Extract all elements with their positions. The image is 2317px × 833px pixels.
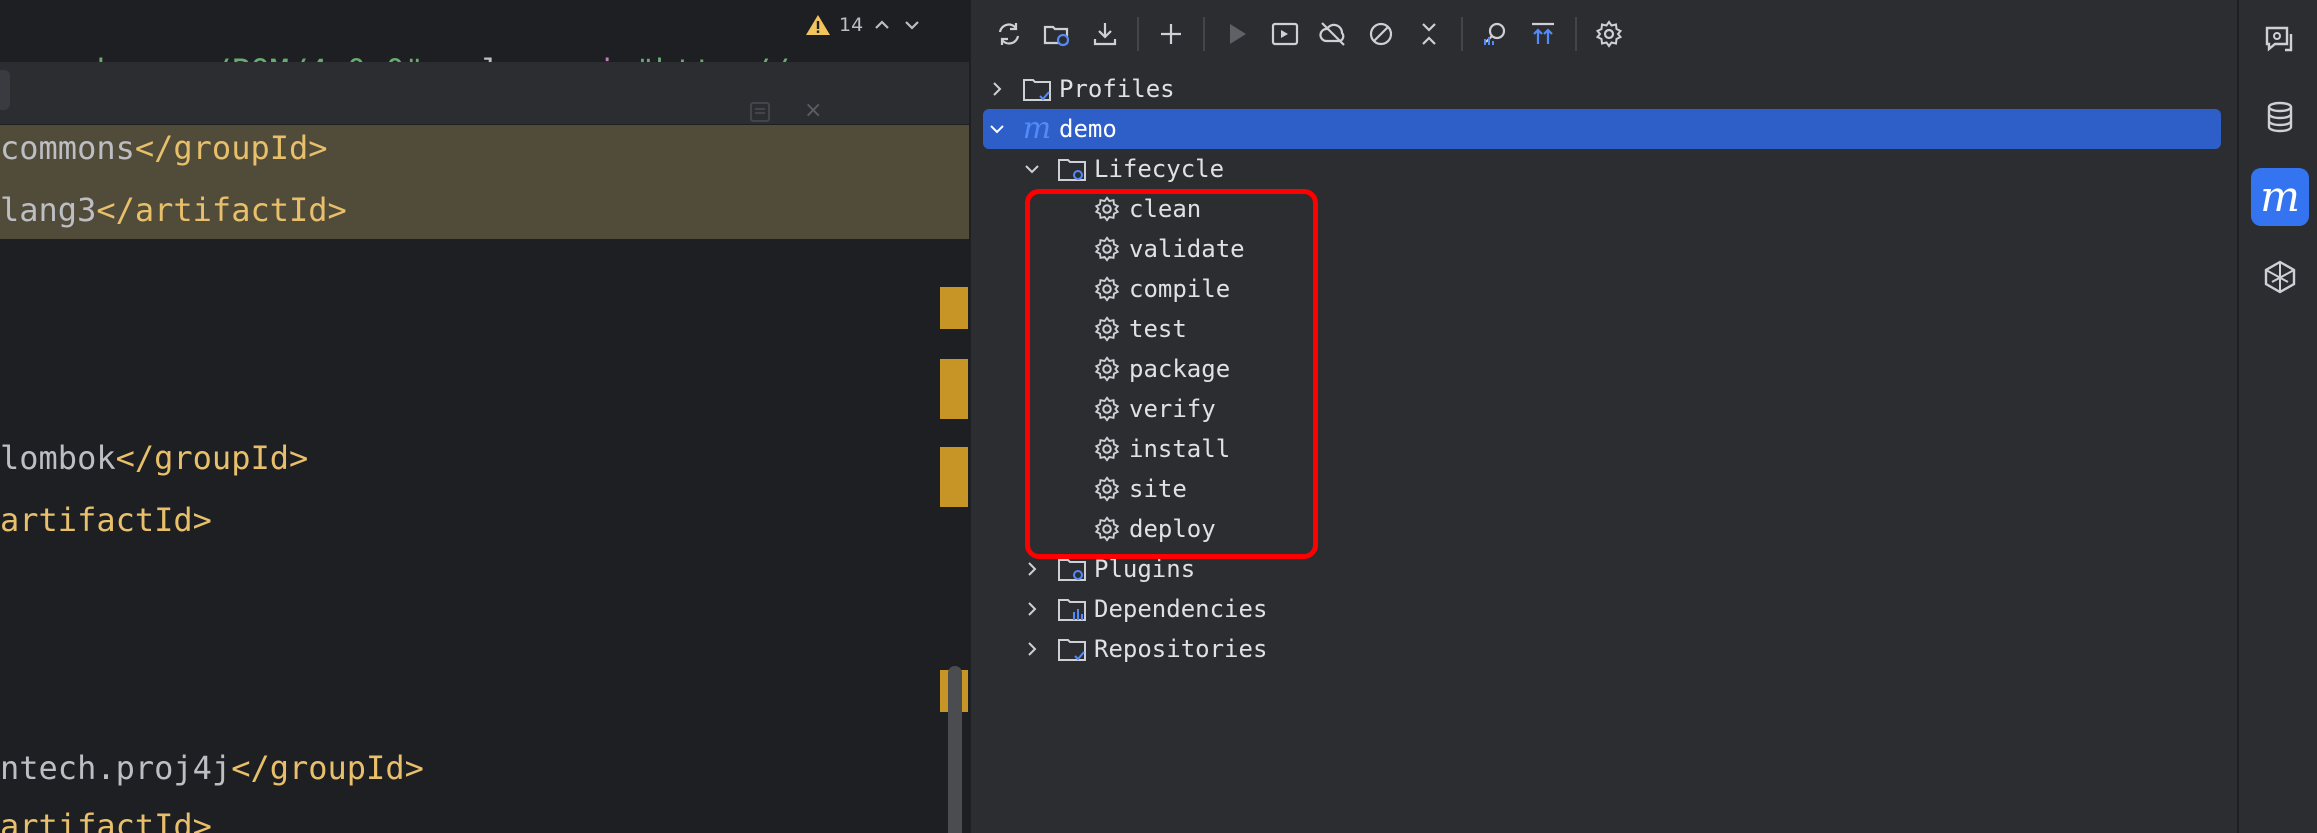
chevron-right-icon[interactable] xyxy=(985,77,1009,101)
gear-icon xyxy=(1091,273,1123,305)
tree-node-goal-package[interactable]: package xyxy=(1091,349,1230,389)
code-line: lang3</artifactId> xyxy=(0,191,347,229)
gear-icon xyxy=(1091,393,1123,425)
chevron-right-icon[interactable] xyxy=(1020,597,1044,621)
editor-breadcrumb-bar xyxy=(0,62,969,124)
toolbar-separator xyxy=(1137,17,1139,51)
chevron-down-icon[interactable] xyxy=(1020,157,1044,181)
chevron-up-icon[interactable] xyxy=(871,14,893,36)
chevron-right-icon[interactable] xyxy=(1020,557,1044,581)
reload-project-icon[interactable] xyxy=(1033,10,1081,58)
editor-scrollbar[interactable] xyxy=(948,666,962,833)
execute-goal-icon[interactable] xyxy=(1261,10,1309,58)
gear-icon xyxy=(1091,433,1123,465)
tree-node-goal-validate[interactable]: validate xyxy=(1091,229,1245,269)
close-icon[interactable]: × xyxy=(804,98,822,123)
plugins-folder-icon xyxy=(1056,553,1088,585)
code-line: artifactId> xyxy=(0,807,212,833)
code-line: commons</groupId> xyxy=(0,129,328,167)
tree-node-lifecycle[interactable]: Lifecycle xyxy=(1020,149,1224,189)
gear-icon xyxy=(1091,513,1123,545)
analyze-icon[interactable] xyxy=(1471,10,1519,58)
maven-project-icon: m xyxy=(1022,111,1052,146)
toolbar-separator xyxy=(1575,17,1577,51)
warning-count: 14 xyxy=(839,14,864,36)
reload-all-icon[interactable] xyxy=(985,10,1033,58)
gear-icon xyxy=(1091,473,1123,505)
gutter-change-marker[interactable] xyxy=(940,359,968,419)
code-line: artifactId> xyxy=(0,501,212,539)
toolbar-separator xyxy=(1203,17,1205,51)
gear-icon xyxy=(1091,193,1123,225)
maven-tool-window: Profiles m demo Lifecycle clean validate… xyxy=(971,0,2237,833)
lifecycle-folder-icon xyxy=(1056,153,1088,185)
tree-node-goal-deploy[interactable]: deploy xyxy=(1091,509,1216,549)
tree-node-goal-install[interactable]: install xyxy=(1091,429,1230,469)
chevron-down-icon[interactable] xyxy=(985,117,1009,141)
code-line: lombok</groupId> xyxy=(0,439,309,477)
skip-tests-icon[interactable] xyxy=(1357,10,1405,58)
dependencies-folder-icon xyxy=(1056,593,1088,625)
database-icon[interactable] xyxy=(2251,88,2309,146)
tree-node-goal-site[interactable]: site xyxy=(1091,469,1187,509)
maven-icon[interactable]: m xyxy=(2251,168,2309,226)
toolbar-separator xyxy=(1461,17,1463,51)
offline-icon[interactable] xyxy=(1309,10,1357,58)
tree-node-goal-clean[interactable]: clean xyxy=(1091,189,1201,229)
run-icon[interactable] xyxy=(1213,10,1261,58)
tree-selection xyxy=(983,109,2221,149)
collapse-all-icon[interactable] xyxy=(1405,10,1453,58)
gear-icon xyxy=(1091,313,1123,345)
code-editor[interactable]: che.org/POM/4.0.0" xmlns:xsi="http://v 1… xyxy=(0,0,969,833)
reader-mode-icon[interactable] xyxy=(748,100,772,124)
tree-node-profiles[interactable]: Profiles xyxy=(985,69,1175,109)
ai-chat-icon[interactable] xyxy=(2251,10,2309,68)
tree-node-goal-verify[interactable]: verify xyxy=(1091,389,1216,429)
copilot-icon[interactable] xyxy=(2251,248,2309,306)
right-tool-strip: m xyxy=(2237,0,2317,833)
tree-node-goal-compile[interactable]: compile xyxy=(1091,269,1230,309)
settings-icon[interactable] xyxy=(1585,10,1633,58)
code-line: ntech.proj4j</groupId> xyxy=(0,749,424,787)
gutter-change-marker[interactable] xyxy=(940,447,968,507)
repositories-folder-icon xyxy=(1056,633,1088,665)
gear-icon xyxy=(1091,233,1123,265)
inspection-widget[interactable]: 14 xyxy=(805,8,965,42)
chevron-down-icon[interactable] xyxy=(901,14,923,36)
show-dependencies-icon[interactable] xyxy=(1519,10,1567,58)
tree-node-plugins[interactable]: Plugins xyxy=(1020,549,1195,589)
profiles-folder-icon xyxy=(1021,73,1053,105)
add-icon[interactable] xyxy=(1147,10,1195,58)
editor-tab-stub[interactable] xyxy=(0,70,10,110)
tree-node-repositories[interactable]: Repositories xyxy=(1020,629,1267,669)
tree-node-goal-test[interactable]: test xyxy=(1091,309,1187,349)
gear-icon xyxy=(1091,353,1123,385)
gutter-change-marker[interactable] xyxy=(940,287,968,329)
download-icon[interactable] xyxy=(1081,10,1129,58)
tree-node-dependencies[interactable]: Dependencies xyxy=(1020,589,1267,629)
maven-toolbar xyxy=(971,10,1633,58)
warning-icon xyxy=(805,13,831,37)
tree-node-project[interactable]: m demo xyxy=(985,109,1117,149)
chevron-right-icon[interactable] xyxy=(1020,637,1044,661)
